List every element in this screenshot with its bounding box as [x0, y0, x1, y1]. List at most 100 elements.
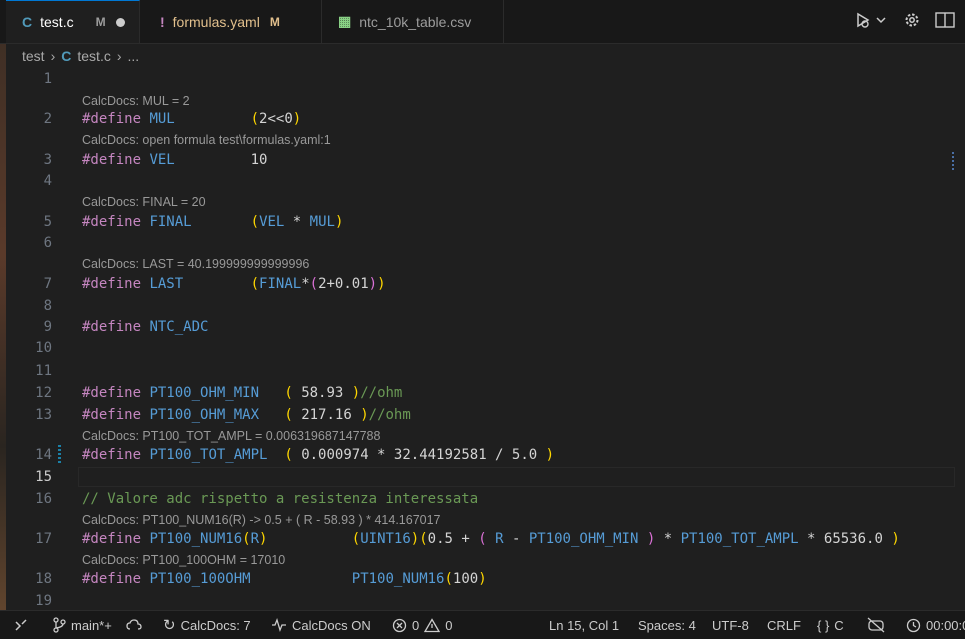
codelens-calcdocs[interactable]: CalcDocs: PT100_100OHM = 17010	[82, 551, 285, 569]
line-number: 3	[43, 152, 52, 168]
history-icon	[906, 618, 921, 632]
tab-formulas-yaml[interactable]: ! formulas.yaml M	[140, 0, 322, 43]
braces-icon: { }	[817, 617, 830, 633]
codelens-calcdocs[interactable]: CalcDocs: MUL = 2	[82, 92, 190, 110]
code-line[interactable]: 17 #define PT100_NUM16(R) (UINT16)(0.5 +…	[0, 529, 955, 549]
code-line[interactable]: 12 #define PT100_OHM_MIN ( 58.93 )//ohm	[0, 383, 955, 403]
code-line[interactable]: 18 #define PT100_100OHM PT100_NUM16(100)	[0, 569, 955, 589]
chevron-right-icon: ›	[50, 48, 56, 64]
cursor-position[interactable]: Ln 15, Col 1	[549, 611, 619, 639]
remote-icon	[15, 619, 27, 631]
line-number: 18	[35, 571, 52, 587]
remote-indicator[interactable]	[14, 611, 28, 639]
code-line[interactable]: 14 #define PT100_TOT_AMPL ( 0.000974 * 3…	[0, 445, 955, 465]
tab-label: test.c	[40, 14, 74, 30]
code-text: #define PT100_NUM16(R) (UINT16)(0.5 + ( …	[82, 531, 900, 547]
calcdocs-toggle[interactable]: CalcDocs ON	[271, 611, 371, 639]
timer[interactable]: 00:00:0	[906, 611, 965, 639]
chevron-right-icon: ›	[116, 48, 122, 64]
code-editor[interactable]: 1 CalcDocs: MUL = 2 2 #define MUL (2<<0)…	[0, 67, 965, 610]
breadcrumb-symbol[interactable]: ...	[128, 48, 140, 64]
calcdocs-count-label: CalcDocs: 7	[180, 617, 251, 633]
line-number: 6	[43, 235, 52, 251]
unsaved-dot-icon[interactable]	[115, 17, 125, 27]
breadcrumb-file[interactable]: test.c	[77, 48, 110, 64]
encoding-label: UTF-8	[712, 617, 749, 633]
breadcrumb-folder[interactable]: test	[22, 48, 45, 64]
c-file-icon: C	[61, 48, 72, 64]
end-of-line[interactable]: CRLF	[767, 611, 801, 639]
cursor-position-label: Ln 15, Col 1	[549, 617, 620, 633]
code-line[interactable]: 3 #define VEL 10	[0, 150, 955, 170]
calcdocs-on-label: CalcDocs ON	[292, 617, 371, 633]
line-number: 5	[43, 214, 52, 230]
code-line[interactable]: 10	[0, 338, 955, 358]
modified-badge: M	[95, 15, 106, 29]
problems-indicator[interactable]: 0 0	[392, 611, 452, 639]
codelens-calcdocs[interactable]: CalcDocs: open formula test\formulas.yam…	[82, 131, 331, 149]
sync-button[interactable]	[126, 611, 142, 639]
copilot-disabled-icon	[867, 617, 885, 633]
tab-ntc-csv[interactable]: ▦ ntc_10k_table.csv	[322, 0, 504, 43]
line-number: 14	[35, 447, 52, 463]
code-text: #define PT100_OHM_MIN ( 58.93 )//ohm	[82, 385, 403, 401]
indentation[interactable]: Spaces: 4	[638, 611, 696, 639]
codelens-calcdocs[interactable]: CalcDocs: PT100_TOT_AMPL = 0.00631968714…	[82, 427, 380, 445]
line-number: 13	[35, 407, 52, 423]
encoding[interactable]: UTF-8	[712, 611, 749, 639]
debug-run-icon[interactable]	[855, 10, 889, 30]
error-count: 0	[412, 617, 420, 633]
code-line[interactable]: 11	[0, 361, 955, 381]
status-bar: main*+ ↻ CalcDocs: 7 CalcDocs ON 0 0 Ln …	[0, 610, 965, 639]
git-branch-icon	[53, 617, 66, 633]
code-line[interactable]: 13 #define PT100_OHM_MAX ( 217.16 )//ohm	[0, 405, 955, 425]
code-line[interactable]: 4	[0, 171, 955, 191]
code-line[interactable]: 7 #define LAST (FINAL*(2+0.01))	[0, 274, 955, 294]
c-file-icon: C	[22, 14, 33, 30]
code-line[interactable]: 6	[0, 233, 955, 253]
csv-file-icon: ▦	[338, 13, 352, 29]
code-line-current[interactable]: 15	[0, 467, 955, 487]
codelens-calcdocs[interactable]: CalcDocs: FINAL = 20	[82, 193, 206, 211]
refresh-icon: ↻	[163, 617, 176, 634]
indentation-label: Spaces: 4	[638, 617, 696, 633]
code-line[interactable]: 8	[0, 296, 955, 316]
git-branch[interactable]: main*+	[52, 611, 112, 639]
codelens-calcdocs[interactable]: CalcDocs: LAST = 40.199999999999996	[82, 255, 309, 273]
calcdocs-count[interactable]: ↻ CalcDocs: 7	[163, 611, 251, 639]
timer-label: 00:00:0	[926, 617, 965, 633]
tab-bar: C test.c M ! formulas.yaml M ▦ ntc_10k_t…	[0, 0, 965, 44]
code-line[interactable]: 16 // Valore adc rispetto a resistenza i…	[0, 489, 955, 509]
gear-icon[interactable]	[903, 11, 921, 29]
branch-label: main*+	[71, 617, 112, 633]
eol-label: CRLF	[767, 617, 801, 633]
code-text: #define FINAL (VEL * MUL)	[82, 214, 344, 230]
code-text: #define PT100_TOT_AMPL ( 0.000974 * 32.4…	[82, 447, 555, 463]
line-number: 4	[43, 173, 52, 189]
code-line[interactable]: 19	[0, 591, 955, 611]
code-line[interactable]: 9 #define NTC_ADC	[0, 317, 955, 337]
line-number: 15	[35, 469, 52, 485]
line-number: 2	[43, 111, 52, 127]
code-text: #define PT100_100OHM PT100_NUM16(100)	[82, 571, 487, 587]
language-label: C	[834, 617, 844, 633]
modified-badge: M	[269, 14, 280, 29]
codelens-calcdocs[interactable]: CalcDocs: PT100_NUM16(R) -> 0.5 + ( R - …	[82, 511, 441, 529]
line-number: 19	[35, 593, 52, 609]
tab-test-c[interactable]: C test.c M	[6, 0, 140, 43]
code-line[interactable]: 1	[0, 69, 955, 89]
code-line[interactable]: 5 #define FINAL (VEL * MUL)	[0, 212, 955, 232]
line-number: 16	[35, 491, 52, 507]
tab-label: ntc_10k_table.csv	[359, 13, 472, 30]
cloud-sync-icon	[126, 619, 142, 630]
code-text: #define LAST (FINAL*(2+0.01))	[82, 276, 386, 292]
line-number: 10	[35, 340, 52, 356]
code-line[interactable]: 2 #define MUL (2<<0)	[0, 109, 955, 129]
line-number: 1	[43, 71, 52, 87]
language-mode[interactable]: { } C	[817, 611, 844, 639]
code-text: #define MUL (2<<0)	[82, 111, 302, 127]
split-editor-icon[interactable]	[935, 11, 955, 29]
code-text: #define PT100_OHM_MAX ( 217.16 )//ohm	[82, 407, 411, 423]
editor-actions	[855, 10, 955, 30]
copilot-status[interactable]	[867, 611, 885, 639]
